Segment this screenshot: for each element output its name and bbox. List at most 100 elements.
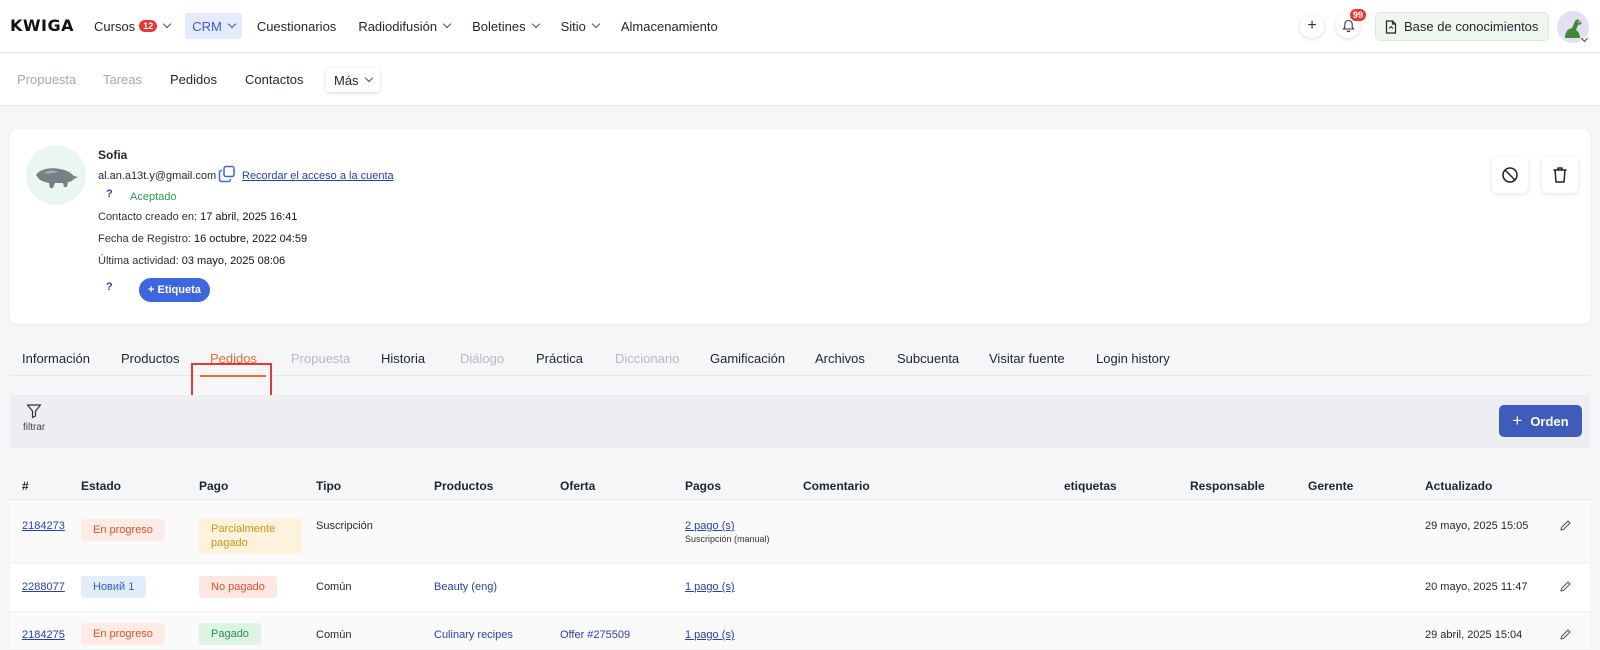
- tab-practica[interactable]: Práctica: [536, 351, 583, 366]
- tab-historia[interactable]: Historia: [381, 351, 425, 366]
- column-header[interactable]: Productos: [434, 479, 493, 493]
- filter-icon: [27, 404, 42, 419]
- tab-gamificacion[interactable]: Gamificación: [710, 351, 785, 366]
- column-header[interactable]: Oferta: [560, 479, 595, 493]
- nav-item-label: Cuestionarios: [256, 18, 337, 34]
- nav-item-label: Radiodifusión: [358, 18, 438, 34]
- nav-item-label: Boletines: [472, 18, 526, 34]
- chevron-down-icon: [364, 73, 373, 83]
- nav-item-cuestionarios[interactable]: Cuestionarios: [250, 13, 344, 39]
- new-order-button[interactable]: + Orden: [1499, 405, 1582, 437]
- edit-icon[interactable]: [1559, 519, 1572, 532]
- table-row[interactable]: 2288077 Новий 1 No pagado Común Beauty (…: [10, 564, 1590, 612]
- tab-productos[interactable]: Productos: [121, 351, 180, 366]
- filter-button[interactable]: filtrar: [23, 403, 45, 433]
- product-link[interactable]: Culinary recipes: [434, 629, 513, 641]
- tab-propuesta[interactable]: Propuesta: [291, 351, 350, 366]
- tab-diccionario[interactable]: Diccionario: [615, 351, 679, 366]
- payments-link[interactable]: 2 pago (s): [685, 520, 735, 532]
- registered-label: Fecha de Registro:: [98, 233, 191, 245]
- column-header[interactable]: Pago: [199, 479, 228, 493]
- column-header[interactable]: Estado: [81, 479, 121, 493]
- subnav-item-propuesta[interactable]: Propuesta: [17, 72, 76, 87]
- subnav-item-contactos[interactable]: Contactos: [245, 72, 304, 87]
- table-row[interactable]: 2184273 En progreso Parcialmente pagado …: [10, 501, 1590, 563]
- nav-item-boletines[interactable]: Boletines: [465, 13, 545, 39]
- bell-icon: [1341, 19, 1355, 33]
- table-row[interactable]: 2184275 En progreso Pagado Común Culinar…: [10, 613, 1590, 650]
- help-icon[interactable]: ?: [106, 188, 113, 200]
- payment-badge: Parcialmente pagado: [199, 518, 302, 554]
- subnav-item-tareas[interactable]: Tareas: [103, 72, 142, 87]
- contact-avatar: [26, 145, 86, 205]
- payment-badge: Pagado: [199, 623, 261, 645]
- delete-contact-button[interactable]: [1542, 157, 1578, 193]
- payment-badge: No pagado: [199, 576, 277, 598]
- tab-login-history[interactable]: Login history: [1096, 351, 1170, 366]
- column-header[interactable]: Comentario: [803, 479, 870, 493]
- more-menu-button[interactable]: Más: [326, 68, 380, 92]
- payments-link[interactable]: 1 pago (s): [685, 581, 735, 593]
- updated-at: 29 abril, 2025 15:04: [1425, 629, 1523, 641]
- order-type: Común: [316, 581, 352, 593]
- column-header[interactable]: Pagos: [685, 479, 721, 493]
- order-id-link[interactable]: 2184275: [22, 629, 65, 641]
- offer-link[interactable]: Offer #275509: [560, 629, 630, 641]
- payments-link[interactable]: 1 pago (s): [685, 629, 735, 641]
- notifications-button[interactable]: 99: [1336, 9, 1367, 38]
- order-button-label: Orden: [1530, 413, 1569, 429]
- trash-icon: [1553, 167, 1567, 183]
- block-contact-button[interactable]: [1492, 157, 1528, 193]
- nav-item-almacenamiento[interactable]: Almacenamiento: [614, 13, 725, 39]
- column-header[interactable]: Tipo: [316, 479, 341, 493]
- chevron-down-icon[interactable]: [1580, 34, 1589, 43]
- filter-label: filtrar: [23, 422, 46, 433]
- nav-item-radiodifusion[interactable]: Radiodifusión: [351, 13, 457, 39]
- add-button[interactable]: +: [1300, 14, 1324, 38]
- add-tag-button[interactable]: + Etiqueta: [139, 278, 210, 302]
- edit-icon[interactable]: [1559, 580, 1572, 593]
- order-id-link[interactable]: 2288077: [22, 581, 65, 593]
- nav-item-label: CRM: [192, 18, 222, 34]
- order-type: Suscripción: [316, 520, 373, 532]
- nav-item-sitio[interactable]: Sitio: [554, 13, 606, 39]
- tab-dialogo[interactable]: Diálogo: [460, 351, 504, 366]
- tab-visitar-fuente[interactable]: Visitar fuente: [989, 351, 1065, 366]
- main-nav: Cursos 12 CRM Cuestionarios Radiodifusió…: [87, 13, 733, 39]
- nav-item-label: Sitio: [560, 18, 586, 34]
- column-header[interactable]: etiquetas: [1064, 479, 1117, 493]
- block-icon: [1502, 167, 1518, 183]
- tab-archivos[interactable]: Archivos: [815, 351, 865, 366]
- chevron-down-icon: [531, 19, 540, 29]
- updated-at: 29 mayo, 2025 15:05: [1425, 520, 1529, 532]
- registration-date: Fecha de Registro: 16 octubre, 2022 04:5…: [98, 233, 307, 245]
- column-header[interactable]: Actualizado: [1425, 479, 1492, 493]
- created-label: Contacto creado en:: [98, 211, 198, 223]
- contact-email: al.an.a13t.y@gmail.com: [98, 170, 217, 182]
- copy-icon[interactable]: [218, 165, 236, 183]
- last-activity: Última actividad: 03 mayo, 2025 08:06: [98, 255, 285, 267]
- status-badge: En progreso: [81, 623, 165, 645]
- remind-access-link[interactable]: Recordar el acceso a la cuenta: [242, 170, 394, 182]
- column-header[interactable]: Responsable: [1190, 479, 1265, 493]
- document-icon: [1385, 19, 1397, 34]
- column-header[interactable]: Gerente: [1308, 479, 1353, 493]
- app-logo[interactable]: KWIGA: [10, 16, 74, 35]
- nav-item-cursos[interactable]: Cursos 12: [87, 13, 177, 39]
- more-label: Más: [334, 72, 359, 88]
- column-header[interactable]: #: [22, 479, 29, 493]
- top-navbar: KWIGA Cursos 12 CRM Cuestionarios Radiod…: [0, 0, 1600, 53]
- order-id-link[interactable]: 2184273: [22, 520, 65, 532]
- count-badge: 12: [139, 20, 158, 32]
- knowledge-base-button[interactable]: Base de conocimientos: [1375, 12, 1550, 41]
- subnav-item-pedidos[interactable]: Pedidos: [170, 72, 217, 87]
- nav-item-crm[interactable]: CRM: [185, 13, 242, 39]
- payments-note: Suscripción (manual): [685, 534, 770, 544]
- product-link[interactable]: Beauty (eng): [434, 581, 497, 593]
- help-icon[interactable]: ?: [106, 281, 113, 293]
- orders-toolbar: filtrar + Orden: [10, 395, 1590, 448]
- edit-icon[interactable]: [1559, 628, 1572, 641]
- tab-informacion[interactable]: Información: [22, 351, 90, 366]
- contact-profile-card: Sofia al.an.a13t.y@gmail.com Recordar el…: [10, 129, 1590, 324]
- tab-subcuenta[interactable]: Subcuenta: [897, 351, 959, 366]
